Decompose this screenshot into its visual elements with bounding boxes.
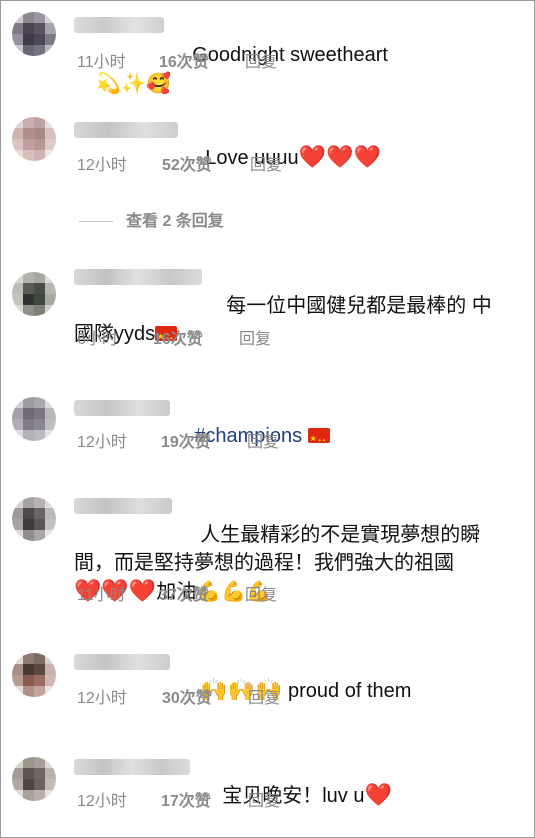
comment-time: 11小时 <box>77 54 126 71</box>
view-replies-label: 查看 2 条回复 <box>126 213 224 230</box>
dizzy-icon: 💫 <box>96 71 122 95</box>
heart-icon: ❤️ <box>364 783 392 808</box>
avatar[interactable] <box>12 653 56 697</box>
avatar[interactable] <box>12 12 56 56</box>
comment-time: 12小时 <box>77 157 127 174</box>
comment-time: 12小时 <box>77 434 127 451</box>
like-count[interactable]: 37次赞 <box>159 586 209 606</box>
reply-button[interactable]: 回复 <box>239 330 271 350</box>
like-count[interactable]: 16次赞 <box>153 330 203 350</box>
avatar[interactable] <box>12 757 56 801</box>
like-count[interactable]: 52次赞 <box>162 156 212 176</box>
sparkles-icon: ✨ <box>121 71 147 95</box>
comment-body: proud of them <box>288 680 412 702</box>
reply-button[interactable]: 回复 <box>248 792 280 812</box>
comment-time: 6小时 <box>77 331 118 348</box>
comment-text: 每一位中國健兒都是最棒的 中國隊yyds <box>74 264 492 376</box>
comment-time: 12小时 <box>77 793 127 810</box>
heart-icon: ❤️ <box>128 579 157 604</box>
comment-body: Goodnight sweetheart <box>192 44 388 66</box>
heart-icon: ❤️ <box>353 145 381 170</box>
comment-body: 宝贝晚安！luv u <box>222 785 365 807</box>
reply-button[interactable]: 回复 <box>245 586 277 606</box>
avatar[interactable] <box>12 272 56 316</box>
comment-text: 人生最精彩的不是實現夢想的瞬 間，而是堅持夢想的過程！我們強大的祖國 ❤️❤️❤️加… <box>74 493 480 634</box>
reply-button[interactable]: 回复 <box>248 689 280 709</box>
reply-button[interactable]: 回复 <box>245 53 277 73</box>
flexed-biceps-icon: 💪 <box>221 579 247 603</box>
like-count[interactable]: 16次赞 <box>159 53 209 73</box>
smiling-face-hearts-icon: 🥰 <box>146 71 171 95</box>
comment-body-line1: 人生最精彩的不是實現夢想的瞬 <box>200 524 481 546</box>
like-count[interactable]: 30次赞 <box>162 689 212 709</box>
avatar[interactable] <box>12 497 56 541</box>
like-count[interactable]: 19次赞 <box>161 433 211 453</box>
comment-time: 12小时 <box>77 690 127 707</box>
comment-body-line2: 間，而是堅持夢想的過程！我們強大的祖國 <box>74 552 454 574</box>
avatar[interactable] <box>12 117 56 161</box>
divider-line <box>79 221 113 222</box>
china-flag-icon <box>307 425 330 455</box>
comment-body-line1: 每一位中國健兒都是最棒的 中 <box>226 295 492 317</box>
like-count[interactable]: 17次赞 <box>161 792 211 812</box>
reply-button[interactable]: 回复 <box>247 433 279 453</box>
reply-button[interactable]: 回复 <box>250 156 282 176</box>
heart-icon: ❤️ <box>326 145 354 170</box>
comment-time: 11小时 <box>77 587 126 604</box>
avatar[interactable] <box>12 397 56 441</box>
heart-icon: ❤️ <box>298 145 327 170</box>
